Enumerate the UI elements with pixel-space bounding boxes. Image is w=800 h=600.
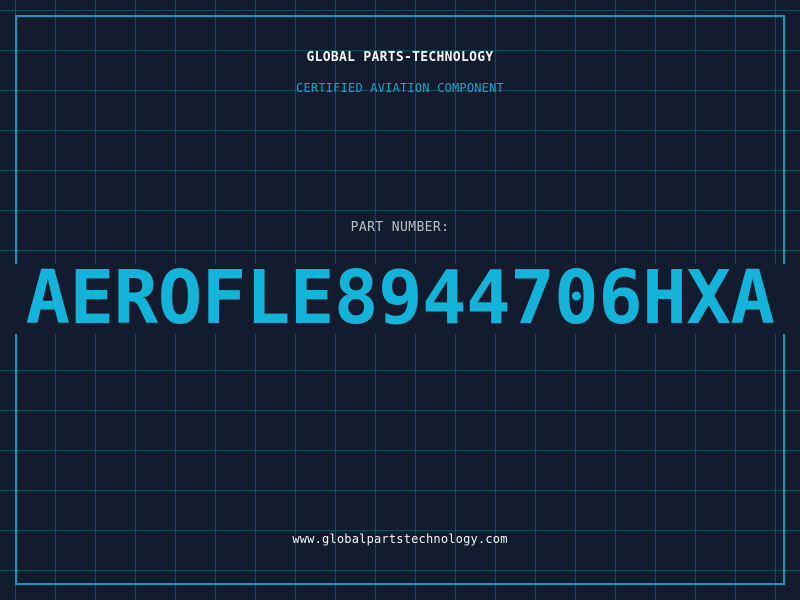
certification-subtitle: CERTIFIED AVIATION COMPONENT (296, 81, 504, 95)
part-number-label: PART NUMBER: (350, 220, 450, 235)
part-number-value: AEROFLE8944706HXA (25, 255, 775, 341)
company-name: GLOBAL PARTS-TECHNOLOGY (306, 50, 494, 65)
part-label-card: GLOBAL PARTS-TECHNOLOGY CERTIFIED AVIATI… (0, 0, 800, 600)
website-url: www.globalpartstechnology.com (292, 532, 508, 546)
